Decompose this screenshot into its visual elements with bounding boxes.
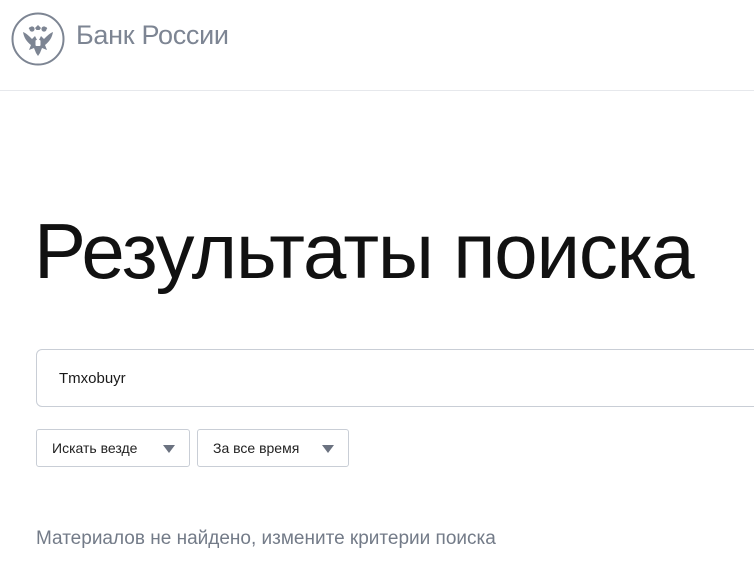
scope-select-label: Искать везде bbox=[52, 440, 138, 456]
period-select[interactable]: За все время bbox=[197, 429, 349, 467]
search-input[interactable] bbox=[59, 350, 749, 406]
chevron-down-icon bbox=[322, 445, 334, 453]
period-select-label: За все время bbox=[213, 440, 300, 456]
chevron-down-icon bbox=[163, 445, 175, 453]
scope-select[interactable]: Искать везде bbox=[36, 429, 190, 467]
logo-text[interactable]: Банк России bbox=[76, 20, 229, 51]
page-title: Результаты поиска bbox=[34, 207, 695, 295]
no-results-message: Материалов не найдено, измените критерии… bbox=[36, 528, 496, 549]
bank-emblem-icon[interactable] bbox=[11, 12, 65, 66]
site-header: Банк России bbox=[0, 0, 754, 91]
search-box[interactable] bbox=[36, 349, 754, 407]
